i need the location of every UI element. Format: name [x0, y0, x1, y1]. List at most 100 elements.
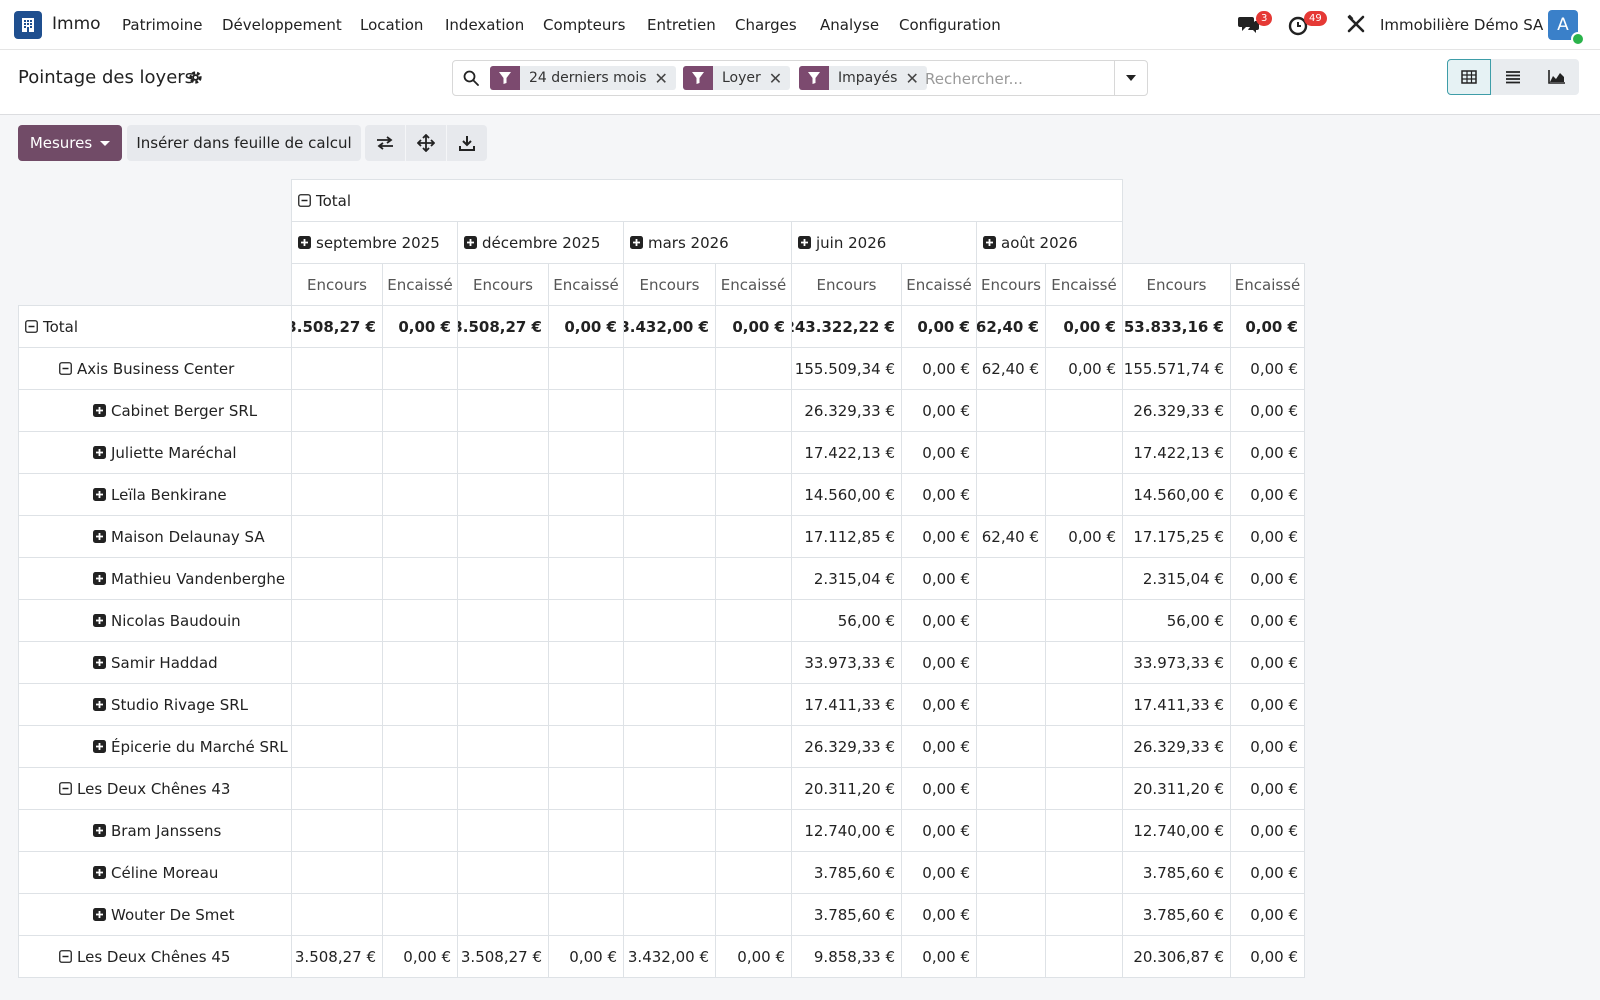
data-cell[interactable]	[291, 599, 383, 642]
data-cell[interactable]	[715, 473, 792, 516]
data-cell[interactable]: 0,00 €	[1045, 347, 1123, 390]
data-cell[interactable]	[623, 767, 716, 810]
data-cell[interactable]: 0,00 €	[1230, 641, 1305, 684]
data-cell[interactable]: 0,00 €	[901, 725, 977, 768]
data-cell[interactable]: 0,00 €	[901, 851, 977, 894]
row-header[interactable]: Céline Moreau	[18, 851, 292, 894]
data-cell[interactable]: 0,00 €	[1230, 515, 1305, 558]
data-cell[interactable]: 0,00 €	[1230, 809, 1305, 852]
data-cell[interactable]	[976, 767, 1046, 810]
data-cell[interactable]	[457, 725, 549, 768]
menu-analyse[interactable]: Analyse	[820, 16, 879, 34]
data-cell[interactable]: 17.411,33 €	[791, 683, 902, 726]
data-cell[interactable]: 0,00 €	[1045, 305, 1123, 348]
data-cell[interactable]	[457, 347, 549, 390]
data-cell[interactable]	[382, 599, 458, 642]
row-header[interactable]: Samir Haddad	[18, 641, 292, 684]
data-cell[interactable]: 62,40 €	[976, 347, 1046, 390]
row-header[interactable]: Wouter De Smet	[18, 893, 292, 936]
data-cell[interactable]	[1045, 935, 1123, 978]
data-cell[interactable]	[715, 683, 792, 726]
data-cell[interactable]: 0,00 €	[548, 935, 624, 978]
data-cell[interactable]	[291, 431, 383, 474]
col-header-total[interactable]: Total	[291, 179, 1123, 222]
list-view-button[interactable]	[1491, 59, 1535, 95]
data-cell[interactable]: 0,00 €	[1230, 935, 1305, 978]
data-cell[interactable]	[291, 641, 383, 684]
data-cell[interactable]	[457, 515, 549, 558]
data-cell[interactable]: 0,00 €	[901, 431, 977, 474]
menu-location[interactable]: Location	[360, 16, 423, 34]
data-cell[interactable]	[1045, 473, 1123, 516]
data-cell[interactable]	[623, 599, 716, 642]
data-cell[interactable]	[976, 935, 1046, 978]
data-cell[interactable]: 26.329,33 €	[791, 389, 902, 432]
data-cell[interactable]: 0,00 €	[901, 305, 977, 348]
data-cell[interactable]: 12.740,00 €	[1122, 809, 1231, 852]
data-cell[interactable]	[382, 851, 458, 894]
data-cell[interactable]: 0,00 €	[1230, 683, 1305, 726]
data-cell[interactable]	[382, 473, 458, 516]
data-cell[interactable]: 9.858,33 €	[791, 935, 902, 978]
data-cell[interactable]	[715, 347, 792, 390]
col-header-month[interactable]: juin 2026	[791, 221, 977, 264]
data-cell[interactable]	[715, 893, 792, 936]
data-cell[interactable]	[1045, 599, 1123, 642]
data-cell[interactable]	[382, 725, 458, 768]
menu-developpement[interactable]: Développement	[222, 16, 342, 34]
data-cell[interactable]: 17.422,13 €	[791, 431, 902, 474]
insert-spreadsheet-button[interactable]: Insérer dans feuille de calcul	[127, 125, 361, 161]
data-cell[interactable]	[976, 557, 1046, 600]
data-cell[interactable]	[382, 557, 458, 600]
data-cell[interactable]	[291, 725, 383, 768]
data-cell[interactable]: 3.785,60 €	[791, 893, 902, 936]
measure-header-encours[interactable]: Encours	[1122, 263, 1231, 306]
data-cell[interactable]: 2.315,04 €	[1122, 557, 1231, 600]
data-cell[interactable]	[457, 473, 549, 516]
data-cell[interactable]: 33.973,33 €	[791, 641, 902, 684]
data-cell[interactable]	[1045, 893, 1123, 936]
data-cell[interactable]	[623, 893, 716, 936]
data-cell[interactable]: 14.560,00 €	[791, 473, 902, 516]
data-cell[interactable]	[623, 557, 716, 600]
data-cell[interactable]	[623, 515, 716, 558]
data-cell[interactable]: 0,00 €	[901, 599, 977, 642]
data-cell[interactable]	[548, 515, 624, 558]
measure-header-encours[interactable]: Encours	[623, 263, 716, 306]
data-cell[interactable]	[623, 725, 716, 768]
row-header[interactable]: Les Deux Chênes 45	[18, 935, 292, 978]
data-cell[interactable]	[1045, 683, 1123, 726]
data-cell[interactable]: 3.785,60 €	[1122, 893, 1231, 936]
data-cell[interactable]	[382, 515, 458, 558]
data-cell[interactable]	[548, 389, 624, 432]
graph-view-button[interactable]	[1535, 59, 1579, 95]
measure-header-encaisse[interactable]: Encaissé	[548, 263, 624, 306]
data-cell[interactable]: 3.508,27 €	[457, 305, 549, 348]
row-header[interactable]: Mathieu Vandenberghe	[18, 557, 292, 600]
data-cell[interactable]	[548, 347, 624, 390]
measures-button[interactable]: Mesures	[18, 125, 122, 161]
search-options-toggle[interactable]	[1114, 61, 1147, 95]
data-cell[interactable]	[291, 347, 383, 390]
data-cell[interactable]	[548, 809, 624, 852]
data-cell[interactable]	[291, 557, 383, 600]
data-cell[interactable]	[976, 683, 1046, 726]
data-cell[interactable]	[1045, 557, 1123, 600]
data-cell[interactable]: 0,00 €	[715, 935, 792, 978]
data-cell[interactable]	[457, 431, 549, 474]
data-cell[interactable]	[1045, 725, 1123, 768]
data-cell[interactable]	[715, 389, 792, 432]
data-cell[interactable]	[382, 641, 458, 684]
data-cell[interactable]	[548, 557, 624, 600]
data-cell[interactable]: 3.508,27 €	[457, 935, 549, 978]
data-cell[interactable]: 17.175,25 €	[1122, 515, 1231, 558]
data-cell[interactable]: 26.329,33 €	[1122, 389, 1231, 432]
data-cell[interactable]: 3.432,00 €	[623, 305, 716, 348]
data-cell[interactable]: 0,00 €	[1230, 305, 1305, 348]
data-cell[interactable]	[457, 641, 549, 684]
data-cell[interactable]: 3.785,60 €	[791, 851, 902, 894]
data-cell[interactable]	[715, 851, 792, 894]
menu-patrimoine[interactable]: Patrimoine	[122, 16, 202, 34]
data-cell[interactable]	[623, 389, 716, 432]
data-cell[interactable]	[1045, 809, 1123, 852]
